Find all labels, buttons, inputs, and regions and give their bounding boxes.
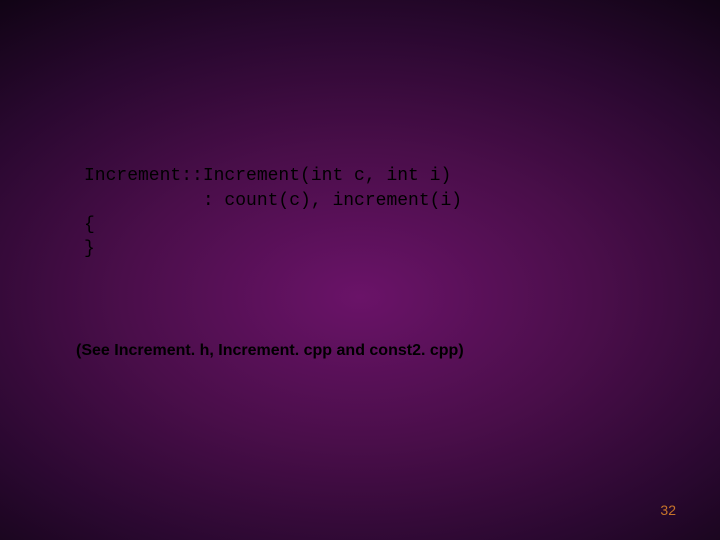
code-block: Increment::Increment(int c, int i) : cou… bbox=[84, 140, 462, 286]
code-line-4: } bbox=[84, 239, 95, 259]
page-number: 32 bbox=[660, 502, 676, 518]
code-line-2: : count(c), increment(i) bbox=[84, 191, 462, 211]
code-line-3: { bbox=[84, 215, 95, 235]
slide: Increment::Increment(int c, int i) : cou… bbox=[0, 0, 720, 540]
reference-note: (See Increment. h, Increment. cpp and co… bbox=[76, 342, 464, 360]
code-line-1: Increment::Increment(int c, int i) bbox=[84, 166, 451, 186]
